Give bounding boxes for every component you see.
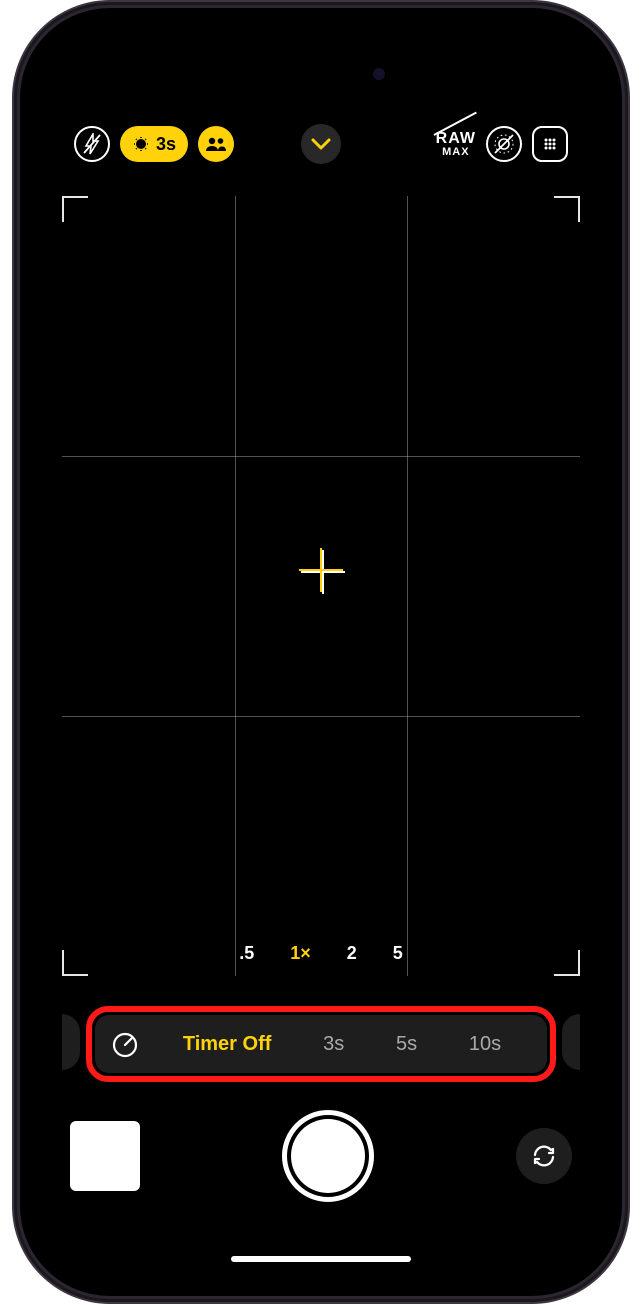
controls-chevron[interactable] [301,124,341,164]
zoom-option-wide[interactable]: 1× [290,943,311,964]
zoom-option-ultrawide[interactable]: .5 [239,943,254,964]
screen: 3s RAW MAX [40,28,602,1276]
timer-options-bar: Timer Off 3s 5s 10s [95,1015,547,1073]
viewfinder[interactable]: .5 1× 2 5 [62,196,580,976]
zoom-option-2x[interactable]: 2 [347,943,357,964]
live-photo-toggle[interactable] [486,126,522,162]
gridline [235,196,236,976]
live-photo-off-icon [492,132,516,156]
photographic-styles-button[interactable] [532,126,568,162]
bottom-controls [70,1106,572,1206]
flash-off-icon [83,133,101,155]
frame-corner-icon [62,196,88,222]
gridline [62,456,580,457]
front-camera-dot [373,68,385,80]
frame-corner-icon [554,196,580,222]
shutter-button[interactable] [282,1110,374,1202]
raw-label-top: RAW [436,130,476,147]
power-button[interactable] [622,360,630,528]
gridline [62,716,580,717]
zoom-picker[interactable]: .5 1× 2 5 [62,943,580,964]
phone-frame: 3s RAW MAX [20,8,622,1296]
timer-icon [110,1029,140,1059]
carousel-peek-next[interactable] [562,1014,580,1070]
raw-toggle[interactable]: RAW MAX [436,131,476,158]
timer-badge-label: 3s [156,134,176,155]
people-icon [205,136,227,152]
switch-camera-button[interactable] [516,1128,572,1184]
chevron-down-icon [310,137,332,151]
burst-icon [132,135,150,153]
timer-option-10s[interactable]: 10s [459,1033,511,1056]
raw-label-sub: MAX [436,147,476,158]
carousel-peek-prev[interactable] [62,1014,80,1070]
zoom-option-tele[interactable]: 5 [393,943,403,964]
annotation-highlight-box: Timer Off 3s 5s 10s [86,1006,556,1082]
gridline [407,196,408,976]
ringer-switch[interactable] [12,228,20,278]
level-crosshair-icon [299,548,343,592]
timer-option-off[interactable]: Timer Off [173,1033,282,1056]
shutter-inner-icon [291,1119,365,1193]
timer-badge[interactable]: 3s [120,126,188,162]
photographic-styles-icon [541,135,559,153]
people-detect-toggle[interactable] [198,126,234,162]
dynamic-island [236,58,406,102]
timer-option-3s[interactable]: 3s [313,1033,354,1056]
top-control-bar: 3s RAW MAX [74,124,568,164]
camera-flip-icon [529,1141,559,1171]
timer-option-5s[interactable]: 5s [386,1033,427,1056]
flash-toggle[interactable] [74,126,110,162]
volume-down-button[interactable] [12,432,20,532]
timer-options: Timer Off 3s 5s 10s [157,1033,527,1056]
timer-icon-button[interactable] [103,1022,147,1066]
home-indicator[interactable] [231,1256,411,1262]
volume-up-button[interactable] [12,316,20,416]
last-photo-thumbnail[interactable] [70,1121,140,1191]
